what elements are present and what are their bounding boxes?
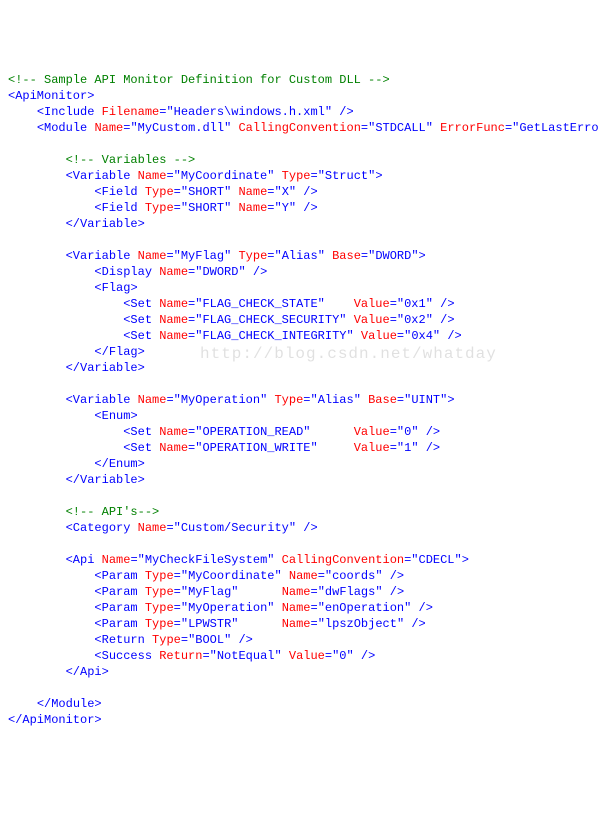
xml-code-block: <!-- Sample API Monitor Definition for C…: [8, 72, 591, 728]
